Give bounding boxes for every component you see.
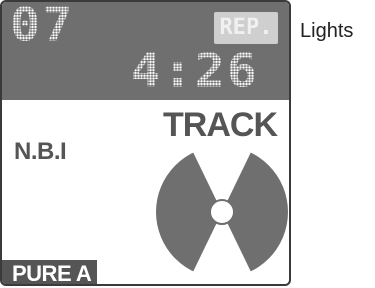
elapsed-time: 4:26 xyxy=(130,44,259,98)
display-panel: 07 REP. 4:26 N.B.I TRACK PURE A xyxy=(0,0,291,286)
disc-icon xyxy=(156,144,288,280)
nbi-indicator: N.B.I xyxy=(14,138,67,165)
track-indicator: TRACK xyxy=(163,106,278,144)
repeat-indicator: REP. xyxy=(214,12,278,44)
track-number: 07 xyxy=(10,0,75,52)
lcd-area: 07 REP. 4:26 xyxy=(2,2,289,100)
pure-direct-indicator: PURE A xyxy=(2,260,98,284)
lights-label: Lights xyxy=(300,20,354,42)
repeat-indicator-label: REP. xyxy=(219,15,273,40)
